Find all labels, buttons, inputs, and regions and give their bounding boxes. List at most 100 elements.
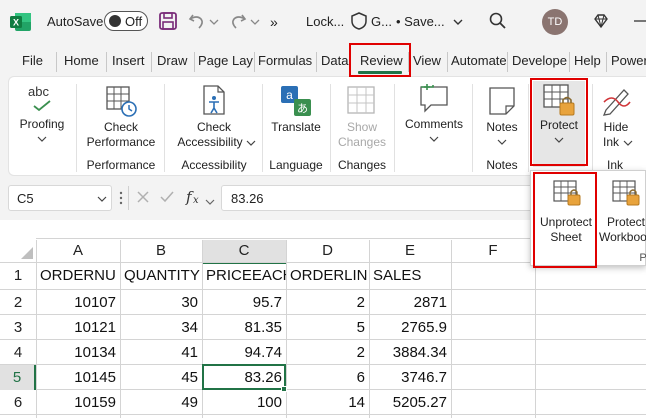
saved-status[interactable]: • Save... bbox=[396, 14, 445, 29]
table-cell[interactable]: 49 bbox=[121, 390, 202, 415]
table-cell[interactable]: 10159 bbox=[37, 390, 120, 415]
table-cell[interactable]: 5205.27 bbox=[370, 390, 451, 415]
column-header-c[interactable]: C bbox=[202, 240, 286, 264]
save-icon[interactable] bbox=[158, 11, 178, 31]
sensitivity-text[interactable]: G... bbox=[371, 14, 392, 29]
table-cell[interactable] bbox=[452, 365, 535, 390]
table-cell[interactable] bbox=[452, 315, 535, 340]
tab-automate[interactable]: Automate bbox=[451, 53, 507, 68]
header-cell[interactable]: QUANTITY bbox=[121, 263, 202, 288]
search-icon[interactable] bbox=[488, 11, 508, 31]
column-header-d[interactable]: D bbox=[286, 240, 369, 262]
column-header-e[interactable]: E bbox=[369, 240, 451, 262]
tab-insert[interactable]: Insert bbox=[112, 53, 145, 68]
tab-view[interactable]: View bbox=[413, 53, 441, 68]
column-header-f[interactable]: F bbox=[451, 240, 535, 262]
table-cell[interactable] bbox=[452, 390, 535, 415]
table-cell[interactable]: 10145 bbox=[37, 365, 120, 390]
enter-icon[interactable] bbox=[158, 188, 176, 206]
minimize-icon[interactable] bbox=[632, 11, 646, 31]
cancel-icon[interactable] bbox=[134, 188, 152, 206]
table-cell[interactable]: 95.7 bbox=[203, 290, 286, 315]
table-cell[interactable]: 3746.7 bbox=[370, 365, 451, 390]
comments-label: Comments bbox=[404, 117, 463, 131]
tab-separator bbox=[507, 52, 508, 72]
translate-button[interactable]: aあ Translate bbox=[266, 82, 326, 154]
tab-file[interactable]: File bbox=[22, 53, 43, 68]
name-box[interactable]: C5 bbox=[8, 185, 112, 211]
tab-data[interactable]: Data bbox=[321, 53, 348, 68]
undo-dropdown-icon[interactable] bbox=[209, 11, 219, 31]
row-header-5[interactable]: 5 bbox=[0, 365, 36, 390]
table-cell[interactable]: 81.35 bbox=[203, 315, 286, 340]
redo-dropdown-icon[interactable] bbox=[250, 11, 260, 31]
table-cell[interactable] bbox=[452, 340, 535, 365]
table-cell[interactable]: 10134 bbox=[37, 340, 120, 365]
undo-icon[interactable] bbox=[187, 11, 207, 31]
diamond-icon[interactable] bbox=[591, 11, 611, 31]
header-cell[interactable]: PRICEEACH bbox=[203, 263, 286, 288]
row-header-6[interactable]: 6 bbox=[0, 390, 36, 415]
header-cell[interactable]: ORDERNU bbox=[37, 263, 120, 288]
table-cell[interactable]: 5 bbox=[287, 315, 369, 340]
show-changes-button[interactable]: Show Changes bbox=[334, 82, 390, 154]
row-header-4[interactable]: 4 bbox=[0, 340, 36, 365]
row-header-1[interactable]: 1 bbox=[0, 263, 36, 288]
table-cell[interactable]: 30 bbox=[121, 290, 202, 315]
table-cell[interactable]: 10107 bbox=[37, 290, 120, 315]
table-cell[interactable]: 6 bbox=[287, 365, 369, 390]
more-commands-icon[interactable]: » bbox=[270, 14, 278, 30]
tab-help[interactable]: Help bbox=[574, 53, 601, 68]
comments-button[interactable]: Comments bbox=[400, 82, 468, 154]
table-cell[interactable]: 2 bbox=[287, 290, 369, 315]
fill-handle[interactable] bbox=[281, 386, 287, 392]
header-cell[interactable]: ORDERLIN bbox=[287, 263, 369, 288]
table-cell[interactable]: 45 bbox=[121, 365, 202, 390]
ink-pen-icon bbox=[602, 89, 631, 116]
avatar[interactable]: TD bbox=[542, 9, 568, 35]
table-cell[interactable]: 2871 bbox=[370, 290, 451, 315]
redo-icon[interactable] bbox=[228, 11, 248, 31]
tab-draw[interactable]: Draw bbox=[157, 53, 187, 68]
table-cell[interactable]: 100 bbox=[203, 390, 286, 415]
table-cell[interactable] bbox=[452, 290, 535, 315]
table-cell[interactable]: 14 bbox=[287, 390, 369, 415]
chevron-down-icon bbox=[97, 196, 107, 202]
select-all-corner[interactable] bbox=[0, 238, 36, 262]
proofing-button[interactable]: abc Proofing bbox=[18, 82, 66, 156]
table-cell[interactable]: 2765.9 bbox=[370, 315, 451, 340]
table-cell[interactable]: 94.74 bbox=[203, 340, 286, 365]
excel-icon[interactable]: X bbox=[10, 12, 32, 32]
column-header-a[interactable]: A bbox=[36, 240, 120, 262]
protect-workbook-line2: Workbook bbox=[599, 230, 646, 244]
table-cell[interactable]: 10121 bbox=[37, 315, 120, 340]
header-cell[interactable]: SALES bbox=[370, 263, 451, 288]
hide-ink-button[interactable]: Hide Ink bbox=[596, 82, 640, 154]
chevron-down-icon[interactable] bbox=[452, 14, 464, 30]
tab-page-layout[interactable]: Page Lay bbox=[198, 53, 253, 68]
tab-power[interactable]: Power bbox=[611, 53, 646, 68]
autosave-toggle[interactable]: Off bbox=[104, 11, 148, 31]
chevron-down-icon[interactable] bbox=[205, 193, 215, 205]
more-options-icon[interactable] bbox=[119, 190, 123, 206]
tab-developer[interactable]: Develope bbox=[512, 53, 567, 68]
row-header-2[interactable]: 2 bbox=[0, 290, 36, 315]
column-header-b[interactable]: B bbox=[120, 240, 202, 262]
table-cell[interactable]: 34 bbox=[121, 315, 202, 340]
lock-text[interactable]: Lock... bbox=[306, 14, 344, 29]
tab-home[interactable]: Home bbox=[64, 53, 99, 68]
check-accessibility-button[interactable]: Check Accessibility bbox=[170, 82, 258, 154]
insert-function-icon[interactable]: fx bbox=[184, 187, 204, 207]
header-cell[interactable] bbox=[452, 263, 535, 288]
tab-formulas[interactable]: Formulas bbox=[258, 53, 312, 68]
notes-button[interactable]: Notes bbox=[478, 82, 526, 154]
comment-icon bbox=[420, 84, 448, 113]
shield-icon[interactable] bbox=[350, 11, 368, 31]
table-cell[interactable]: 3884.34 bbox=[370, 340, 451, 365]
protect-workbook-button[interactable]: Protect Workbook bbox=[599, 177, 646, 259]
check-performance-button[interactable]: Check Performance bbox=[82, 82, 160, 154]
table-cell[interactable]: 2 bbox=[287, 340, 369, 365]
notes-label: Notes bbox=[486, 120, 518, 134]
row-header-3[interactable]: 3 bbox=[0, 315, 36, 340]
table-cell[interactable]: 41 bbox=[121, 340, 202, 365]
